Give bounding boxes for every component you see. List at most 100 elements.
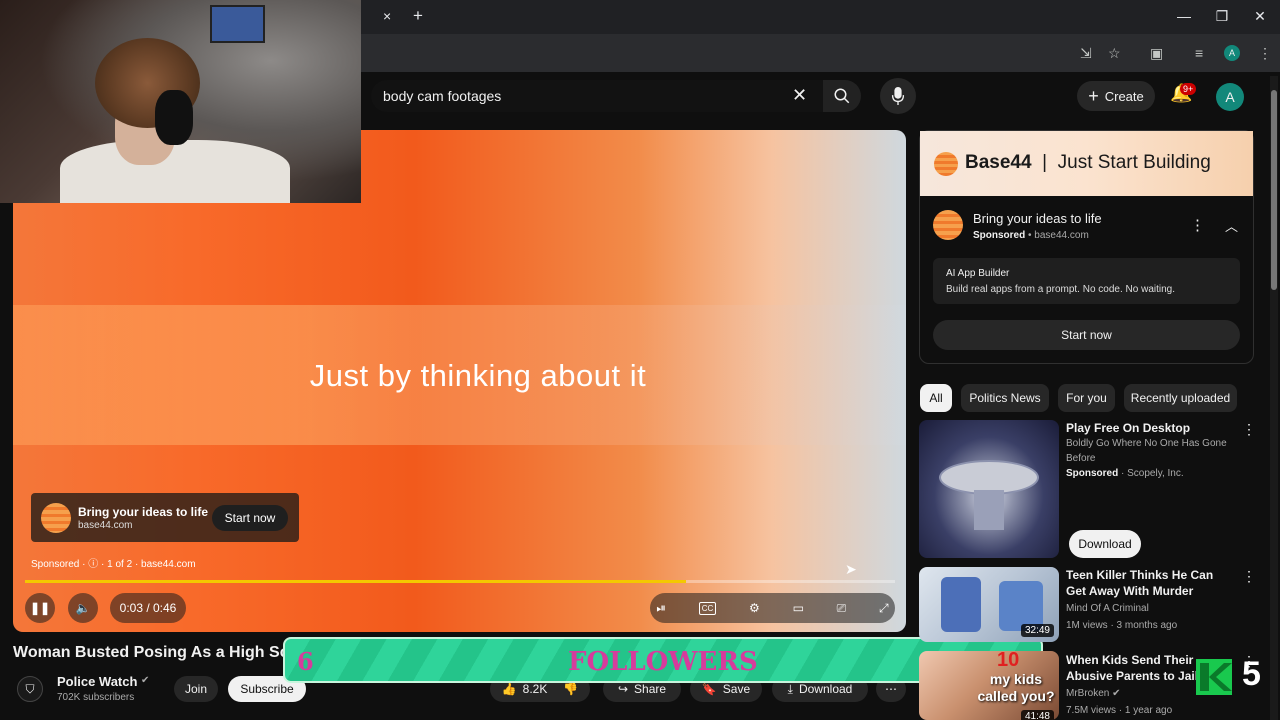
k-logo-icon (1196, 659, 1232, 695)
followers-count: 6 (297, 647, 314, 676)
time-display: 0:03 / 0:46 (110, 593, 186, 623)
banner-brand: Base44 | Just Start Building (965, 152, 1211, 174)
search-icon (834, 88, 850, 104)
rec-stats: 1M views · 3 months ago (1066, 620, 1178, 631)
sponsored-label: Sponsored (973, 230, 1026, 241)
search-button[interactable] (823, 80, 861, 112)
rec-thumbnail[interactable]: 32:49 (919, 567, 1059, 642)
cast-icon[interactable]: ⎚ (837, 601, 847, 616)
search-input[interactable] (383, 88, 773, 104)
rec-sponsored-label: Sponsored (1066, 468, 1119, 479)
rec-menu-icon[interactable]: ⋮ (1242, 421, 1256, 438)
rec-thumbnail-caption: my kids called you? (977, 671, 1055, 704)
create-label: Create (1104, 88, 1144, 104)
police-badge-icon: ⛉ (25, 681, 35, 696)
sidebar-ad-description (933, 258, 1240, 304)
sidepanel-icon[interactable]: ▣ (1150, 45, 1163, 62)
window-close-button[interactable]: ✕ (1241, 8, 1279, 25)
theater-mode-icon[interactable]: ▭ (793, 601, 804, 615)
download-icon: ⤓ (787, 681, 793, 696)
rec-channel[interactable]: Mind Of A Criminal (1066, 601, 1241, 616)
webcam-monitor (210, 5, 265, 43)
minimize-button[interactable]: — (1165, 8, 1203, 24)
webcam-person-shirt (60, 140, 290, 203)
corner-badge-number: 5 (1242, 655, 1261, 693)
settings-gear-icon[interactable]: ⚙ (749, 601, 760, 615)
rec-duration: 32:49 (1020, 624, 1054, 637)
share-label: Share (634, 682, 667, 696)
rec-download-button[interactable]: Download (1069, 530, 1141, 558)
subscriber-count: 702K subscribers (57, 692, 135, 703)
rec-title[interactable]: Play Free On Desktop (1066, 420, 1236, 436)
fullscreen-icon[interactable]: ⤢ (879, 601, 889, 616)
progress-bar-fill (25, 580, 687, 583)
pause-button[interactable]: ❚❚ (25, 593, 55, 623)
rec-title[interactable]: Teen Killer Thinks He Can Get Away With … (1066, 567, 1236, 599)
channel-name[interactable]: Police Watch (57, 674, 137, 689)
rec-thumbnail[interactable]: 10 my kids called you? 41:48 (919, 651, 1059, 720)
like-icon[interactable]: 👍 (502, 682, 517, 696)
thumb-figure-left (941, 577, 981, 632)
pause-icon: ❚❚ (29, 601, 51, 615)
chip-politics-news[interactable]: Politics News (961, 384, 1049, 412)
corner-k5-badge: 5 (1194, 655, 1270, 697)
rec-duration: 41:48 (1020, 710, 1054, 720)
headset-icon (155, 90, 193, 145)
more-dots-icon: ⋯ (885, 682, 897, 696)
tab-close-icon[interactable]: × (383, 8, 391, 24)
browser-menu-icon[interactable]: ⋮ (1258, 45, 1272, 62)
base44-banner-logo-icon (934, 152, 958, 176)
save-label: Save (722, 682, 751, 696)
rec-menu-icon[interactable]: ⋮ (1242, 568, 1256, 585)
time-text: 0:03 / 0:46 (119, 601, 177, 615)
sponsored-domain: • base44.com (1028, 230, 1089, 241)
captions-icon[interactable]: CC (698, 601, 717, 615)
volume-button[interactable]: 🔈 (68, 593, 98, 623)
scrollbar-thumb[interactable] (1271, 90, 1277, 290)
restore-button[interactable]: ❐ (1203, 8, 1241, 25)
create-button[interactable]: + Create (1077, 81, 1155, 111)
banner-tagline: Just Start Building (1057, 152, 1211, 173)
player-right-controls: ⏯ CC ⚙ ▭ ⎚ ⤢ (650, 593, 895, 623)
ad-sponsored-info[interactable]: Sponsored · ⓘ · 1 of 2 · base44.com (31, 555, 196, 570)
sidebar-ad-menu-icon[interactable]: ⋮ (1190, 216, 1205, 234)
dislike-icon[interactable]: 👎 (563, 682, 578, 696)
autoplay-toggle-icon[interactable]: ⏯ (656, 601, 666, 616)
bookmark-star-icon[interactable]: ☆ (1108, 45, 1121, 62)
ad-start-now-button[interactable]: Start now (212, 505, 288, 531)
media-icon[interactable]: ≡ (1195, 45, 1203, 61)
ad-card-title: Bring your ideas to life (78, 505, 209, 519)
verified-check-icon: ✔ (141, 675, 150, 686)
channel-avatar[interactable]: ⛉ (17, 676, 43, 702)
sidebar-start-now-button[interactable]: Start now (933, 320, 1240, 350)
chip-recently-uploaded[interactable]: Recently uploaded (1124, 384, 1237, 412)
new-tab-button[interactable]: + (413, 6, 423, 26)
collapse-chevron-icon[interactable]: ︿ (1225, 216, 1238, 235)
install-icon[interactable]: ⇲ (1080, 45, 1092, 62)
rec-sponsor: Sponsored · Scopely, Inc. (1066, 466, 1241, 481)
microphone-icon (891, 87, 905, 105)
ad-card-domain: base44.com (78, 520, 133, 531)
rec-thumbnail[interactable] (919, 420, 1059, 558)
sidebar-ad-title[interactable]: Bring your ideas to life (973, 211, 1102, 226)
like-count[interactable]: 8.2K (523, 682, 548, 696)
webcam-overlay (0, 0, 361, 203)
rec-channel-name: MrBroken (1066, 688, 1110, 699)
base44-logo-icon (933, 210, 963, 240)
banner-brand-name: Base44 (965, 152, 1032, 173)
voice-search-button[interactable] (880, 78, 916, 114)
account-avatar[interactable]: A (1216, 83, 1244, 111)
notification-count-badge: 9+ (1180, 83, 1197, 95)
chip-for-you[interactable]: For you (1058, 384, 1115, 412)
share-icon: ↪ (617, 682, 629, 696)
mouse-cursor-icon: ➤ (845, 561, 857, 577)
join-button[interactable]: Join (174, 676, 218, 702)
chip-all[interactable]: All (920, 384, 952, 412)
clear-search-icon[interactable]: ✕ (792, 85, 807, 106)
plus-icon: + (1088, 85, 1099, 106)
volume-icon: 🔈 (75, 601, 91, 615)
rec-description: Boldly Go Where No One Has Gone Before (1066, 438, 1227, 464)
download-label: Download (798, 682, 853, 696)
base44-logo-icon (41, 503, 71, 533)
profile-avatar[interactable]: A (1224, 45, 1240, 61)
